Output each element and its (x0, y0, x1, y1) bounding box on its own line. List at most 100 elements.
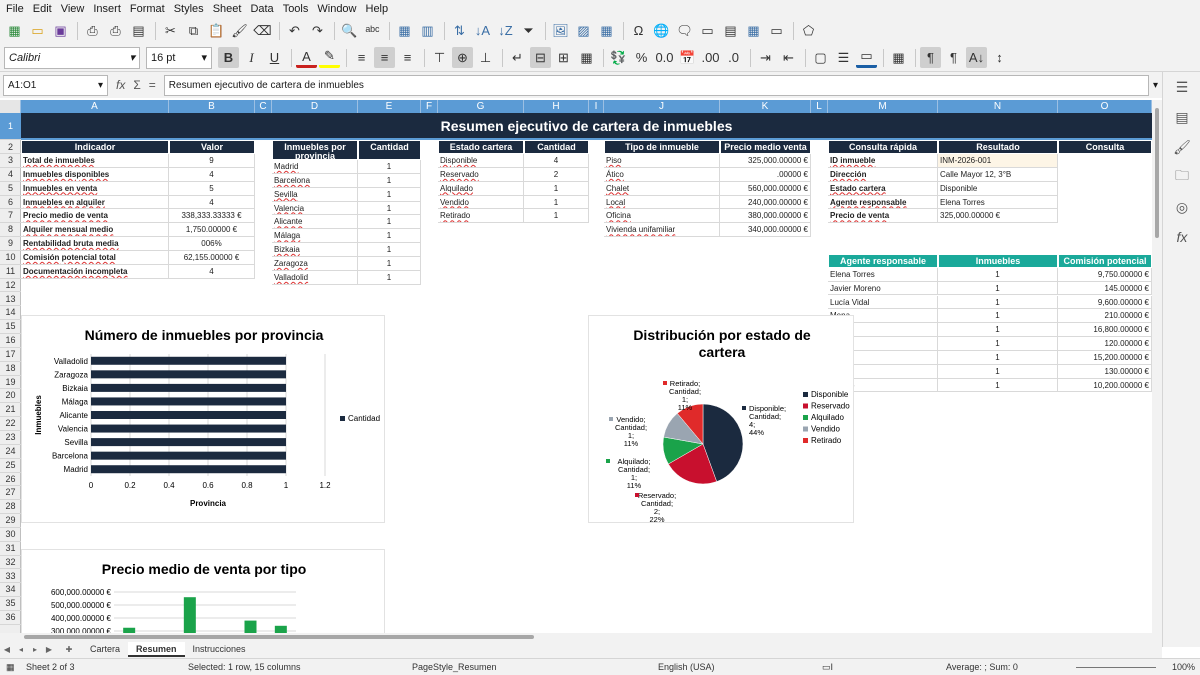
tab-resumen[interactable]: Resumen (128, 642, 185, 657)
italic-icon[interactable]: I (241, 47, 262, 68)
freeze-rows-columns-icon[interactable]: ▦ (743, 20, 764, 41)
kpi-cell[interactable]: 9 (169, 154, 255, 168)
align-top-icon[interactable]: ⊤ (429, 47, 450, 68)
show-draw-functions-icon[interactable]: ⬠ (798, 20, 819, 41)
agentes-cell[interactable]: 120.00000 € (1058, 337, 1152, 351)
zoom-slider[interactable] (1076, 667, 1156, 668)
paste-icon[interactable]: 📋 (206, 20, 227, 41)
menu-styles[interactable]: Styles (174, 3, 211, 15)
prov-cell[interactable]: Zaragoza (272, 256, 358, 271)
kpi-cell[interactable]: 4 (169, 167, 255, 182)
language[interactable]: English (USA) (658, 662, 715, 672)
print-preview-icon[interactable]: ▤ (128, 20, 149, 41)
column-header-k[interactable]: K (720, 100, 811, 113)
agentes-cell[interactable]: Elena Torres (828, 267, 938, 282)
prov-cell[interactable]: 1 (358, 160, 421, 174)
tipo-cell[interactable]: 560,000.00000 € (720, 181, 811, 196)
row-header-13[interactable]: 13 (0, 293, 21, 307)
cut-icon[interactable]: ✂ (160, 20, 181, 41)
name-box[interactable]: A1:O1 ▾ (3, 74, 108, 96)
align-center-icon[interactable]: ≡ (374, 47, 395, 68)
font-size-combo[interactable]: 16 pt ▾ (146, 46, 212, 69)
consulta-cell[interactable]: Disponible (938, 181, 1058, 196)
menu-edit[interactable]: Edit (33, 3, 59, 15)
kpi-cell[interactable]: 338,333.33333 € (169, 209, 255, 224)
text-direction-rtl-icon[interactable]: ¶ (943, 47, 964, 68)
menu-sheet[interactable]: Sheet (213, 3, 249, 15)
row-header-9[interactable]: 9 (0, 237, 21, 251)
styles-icon[interactable]: 🖌 (1163, 132, 1200, 162)
tipo-cell[interactable]: Vivienda unifamiliar (604, 223, 720, 238)
conditional-format-icon[interactable]: ▦ (888, 47, 909, 68)
add-decimal-icon[interactable]: .00 (700, 47, 721, 68)
tipo-cell[interactable]: Piso (604, 154, 720, 168)
row-header-36[interactable]: 36 (0, 611, 21, 625)
estado-cell[interactable]: Reservado (438, 167, 524, 182)
horizontal-scrollbar[interactable] (0, 633, 1162, 641)
consulta-cell[interactable]: Estado cartera (828, 181, 938, 196)
font-name-combo[interactable]: Calibri ▾ (4, 46, 140, 69)
row-header-21[interactable]: 21 (0, 403, 21, 418)
merge-center-icon[interactable]: ⊟ (530, 47, 551, 68)
kpi-cell[interactable]: 5 (169, 181, 255, 196)
comment-icon[interactable]: 🗨 (674, 20, 695, 41)
agentes-cell[interactable]: 1 (938, 364, 1058, 379)
split-window-icon[interactable]: ▭ (766, 20, 787, 41)
last-sheet-icon[interactable]: ▶ (42, 645, 56, 654)
column-header-j[interactable]: J (604, 100, 720, 113)
column-header-e[interactable]: E (358, 100, 421, 113)
column-header-i[interactable]: I (589, 100, 604, 113)
agentes-cell[interactable]: 1 (938, 378, 1058, 393)
borders-icon[interactable]: ▢ (810, 47, 831, 68)
kpi-cell[interactable]: Total de inmuebles (21, 154, 169, 168)
estado-cell[interactable]: Vendido (438, 195, 524, 210)
kpi-cell[interactable]: Inmuebles disponibles (21, 167, 169, 182)
function-wizard-icon[interactable]: fx (116, 78, 125, 92)
tab-instrucciones[interactable]: Instrucciones (185, 642, 254, 657)
prov-cell[interactable]: 1 (358, 256, 421, 271)
kpi-cell[interactable]: Precio medio de venta (21, 209, 169, 224)
agentes-cell[interactable]: 210.00000 € (1058, 309, 1152, 324)
export-pdf-icon[interactable]: ⎙ (82, 20, 103, 41)
agentes-cell[interactable]: 130.00000 € (1058, 364, 1152, 379)
selection-mode-icon[interactable]: ▭I (822, 662, 833, 673)
add-sheet-icon[interactable]: ✚ (64, 645, 74, 654)
prov-cell[interactable]: Valencia (272, 201, 358, 216)
kpi-cell[interactable]: 62,155.00000 € (169, 250, 255, 265)
consulta-cell[interactable]: Elena Torres (938, 195, 1058, 210)
estado-cell[interactable]: 4 (524, 154, 589, 168)
agentes-cell[interactable]: 1 (938, 267, 1058, 282)
tipo-cell[interactable]: .00000 € (720, 167, 811, 182)
undo-icon[interactable]: ↶ (284, 20, 305, 41)
row-header-28[interactable]: 28 (0, 500, 21, 515)
agentes-cell[interactable]: 15,200.00000 € (1058, 350, 1152, 365)
row-header-17[interactable]: 17 (0, 348, 21, 362)
underline-icon[interactable]: U (264, 47, 285, 68)
decrease-indent-icon[interactable]: ⇤ (778, 47, 799, 68)
insert-image-icon[interactable]: 🖼 (550, 20, 571, 41)
consulta-cell[interactable]: Calle Mayor 12, 3°B (938, 167, 1058, 182)
gallery-icon[interactable]: 🗀 (1163, 162, 1200, 192)
estado-cell[interactable]: Alquilado (438, 181, 524, 196)
kpi-cell[interactable]: Documentación incompleta (21, 264, 169, 279)
sort-icon[interactable]: ⇅ (449, 20, 470, 41)
agentes-cell[interactable]: 1 (938, 295, 1058, 310)
kpi-cell[interactable]: 1,750.00000 € (169, 223, 255, 238)
column-header-d[interactable]: D (272, 100, 358, 113)
row-header-18[interactable]: 18 (0, 362, 21, 376)
row-header-1[interactable]: 1 (0, 113, 21, 140)
special-character-icon[interactable]: Ω (628, 20, 649, 41)
align-right-icon[interactable]: ≡ (397, 47, 418, 68)
chart-estado[interactable]: Distribución por estado de cartera Disponi… (588, 315, 854, 524)
column-header-a[interactable]: A (21, 100, 169, 113)
row-header-11[interactable]: 11 (0, 265, 21, 279)
prov-cell[interactable]: 1 (358, 173, 421, 188)
kpi-cell[interactable]: 4 (169, 264, 255, 279)
pivot-table-icon[interactable]: ▦ (596, 20, 617, 41)
currency-format-icon[interactable]: 💱 (608, 47, 629, 68)
row-header-27[interactable]: 27 (0, 486, 21, 501)
row-header-4[interactable]: 4 (0, 168, 21, 182)
percent-format-icon[interactable]: % (631, 47, 652, 68)
first-sheet-icon[interactable]: ◀ (0, 645, 14, 654)
row-header-14[interactable]: 14 (0, 306, 21, 321)
